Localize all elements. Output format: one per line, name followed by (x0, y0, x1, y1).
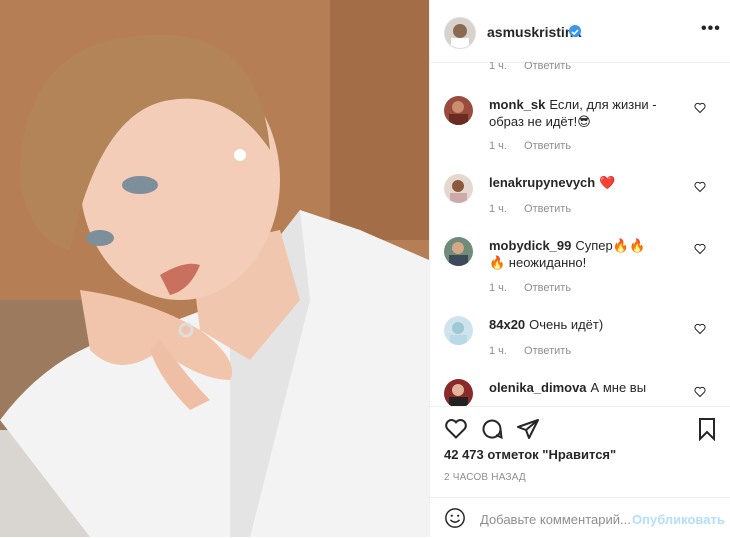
commenter-username[interactable]: olenika_dimova (489, 380, 587, 395)
commenter-username[interactable]: lenakrupynevych (489, 175, 595, 190)
reply-button[interactable]: Ответить (524, 203, 571, 215)
comment-text: 84x20 Очень идёт) (489, 316, 659, 333)
reply-button[interactable]: Ответить (524, 140, 571, 152)
comment-body: ❤️ (599, 175, 616, 190)
share-direct-icon[interactable] (516, 417, 540, 441)
comments-list[interactable]: 1 ч. Ответить monk_sk Если, для жизни - о… (430, 62, 730, 406)
author-avatar[interactable] (444, 17, 476, 49)
comment-text: lenakrupynevych ❤️ (489, 174, 659, 191)
like-comment-heart-icon[interactable] (694, 243, 706, 255)
commenter-avatar[interactable] (444, 174, 473, 203)
like-comment-heart-icon[interactable] (694, 323, 706, 335)
comment-time: 1 ч. (489, 282, 507, 294)
comment-body: А мне вы (590, 380, 647, 395)
post-actions: 42 473 отметок "Нравится" 2 ЧАСОВ НАЗАД (430, 406, 730, 501)
post-header: asmuskristina ••• (430, 0, 730, 63)
reply-button[interactable]: Ответить (524, 345, 571, 357)
verified-badge-icon (569, 25, 581, 37)
comment-meta: 1 ч. Ответить (489, 282, 585, 294)
comment-meta: 1 ч. Ответить (489, 140, 585, 152)
post-timestamp[interactable]: 2 ЧАСОВ НАЗАД (444, 472, 526, 483)
comment-text: mobydick_99 Супер🔥🔥🔥 неожиданно! (489, 237, 659, 271)
comment-time: 1 ч. (489, 62, 507, 72)
commenter-username[interactable]: mobydick_99 (489, 238, 571, 253)
commenter-username[interactable]: 84x20 (489, 317, 525, 332)
comment-meta: 1 ч. Ответить (489, 203, 585, 215)
publish-button[interactable]: Опубликовать (632, 512, 725, 527)
post-panel: asmuskristina ••• 1 ч. Ответить monk_sk Е… (429, 0, 730, 537)
comment-input[interactable]: Добавьте комментарий... (480, 512, 631, 527)
comment-time: 1 ч. (489, 203, 507, 215)
like-comment-heart-icon[interactable] (694, 181, 706, 193)
commenter-avatar[interactable] (444, 316, 473, 345)
reply-button[interactable]: Ответить (524, 62, 571, 72)
comment-bubble-icon[interactable] (480, 417, 504, 441)
add-comment-bar: Добавьте комментарий... Опубликовать (430, 497, 730, 538)
author-username[interactable]: asmuskristina (487, 24, 581, 40)
post-photo[interactable] (0, 0, 429, 537)
commenter-avatar[interactable] (444, 237, 473, 266)
like-comment-heart-icon[interactable] (694, 102, 706, 114)
like-comment-heart-icon[interactable] (694, 386, 706, 398)
likes-count[interactable]: 42 473 отметок "Нравится" (444, 447, 616, 462)
comment-text: olenika_dimova А мне вы (489, 379, 689, 396)
more-options-button[interactable]: ••• (701, 20, 721, 38)
comment-meta: 1 ч. Ответить (489, 345, 585, 357)
comment-body: Очень идёт) (529, 317, 604, 332)
comment-time: 1 ч. (489, 140, 507, 152)
reply-button[interactable]: Ответить (524, 282, 571, 294)
emoji-smile-icon[interactable] (444, 507, 466, 529)
commenter-username[interactable]: monk_sk (489, 97, 545, 112)
comment-meta: 1 ч. Ответить (489, 62, 585, 72)
like-heart-icon[interactable] (444, 417, 468, 441)
photo-illustration (0, 0, 429, 537)
commenter-avatar[interactable] (444, 379, 473, 406)
commenter-avatar[interactable] (444, 96, 473, 125)
comment-text: monk_sk Если, для жизни - образ не идёт!😎 (489, 96, 659, 130)
comment-time: 1 ч. (489, 345, 507, 357)
bookmark-icon[interactable] (695, 417, 719, 441)
